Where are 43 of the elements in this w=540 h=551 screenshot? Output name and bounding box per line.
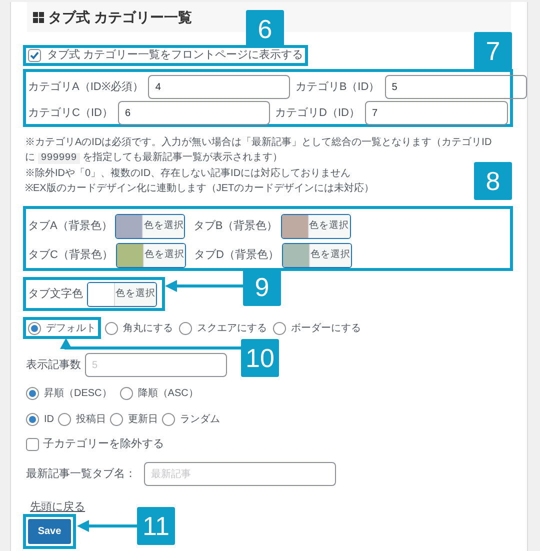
field-label: タブA（背景色） — [28, 218, 112, 234]
option-label: スクエアにする — [197, 322, 267, 336]
field-label: タブC（背景色） — [28, 248, 113, 264]
field-label: カテゴリD（ID） — [275, 106, 360, 121]
callout-badge: 10 — [241, 339, 279, 377]
option-label: 昇順（DESC） — [44, 386, 112, 400]
field-label: タブB（背景色） — [193, 218, 278, 234]
option-label: 投稿日 — [76, 412, 106, 426]
option-label: 降順（ASC） — [138, 386, 198, 400]
color-picker-button[interactable]: 色を選択 — [282, 243, 352, 268]
text-field[interactable]: 4 — [148, 75, 290, 99]
field-label: カテゴリA（ID※必須） — [28, 80, 144, 95]
field-label: 最新記事一覧タブ名： — [26, 466, 136, 482]
text-field[interactable]: 5 — [85, 353, 227, 377]
section-heading: タブ式 カテゴリー一覧 — [48, 8, 192, 26]
color-picker-button[interactable]: 色を選択 — [115, 214, 186, 239]
field-label: 表示記事数 — [26, 358, 81, 373]
option-label: 更新日 — [128, 412, 158, 426]
text-field[interactable]: 最新記事 — [144, 462, 336, 486]
callout-badge: 11 — [137, 507, 175, 545]
checkbox-label: タブ式 カテゴリー一覧をフロントページに表示する — [47, 48, 304, 64]
save-button[interactable]: Save — [28, 519, 71, 544]
text-field[interactable]: 7 — [365, 101, 508, 125]
option-label: 角丸にする — [123, 322, 173, 336]
field-label: カテゴリB（ID） — [295, 80, 380, 95]
callout-badge: 9 — [243, 268, 281, 306]
callout-badge: 6 — [246, 10, 284, 48]
field-label: タブ文字色 — [28, 286, 83, 302]
callout-badge: 8 — [474, 162, 512, 200]
field-label: カテゴリC（ID） — [28, 106, 113, 121]
option-label: ボーダーにする — [291, 322, 361, 336]
text-field[interactable]: 5 — [384, 75, 527, 99]
color-picker-button[interactable]: 色を選択 — [87, 282, 157, 306]
checkbox-label: 子カテゴリーを除外する — [43, 436, 164, 452]
option-label: ID — [44, 412, 54, 426]
color-picker-button[interactable]: 色を選択 — [116, 243, 186, 268]
color-picker-button[interactable]: 色を選択 — [280, 214, 351, 239]
option-label: ランダム — [180, 412, 220, 426]
text-field[interactable]: 6 — [118, 101, 270, 125]
field-label: タブD（背景色） — [194, 248, 279, 264]
callout-badge: 7 — [474, 32, 512, 70]
back-to-top-link[interactable]: 先頭に戻る — [30, 501, 85, 513]
option-label: デフォルト — [46, 322, 96, 336]
